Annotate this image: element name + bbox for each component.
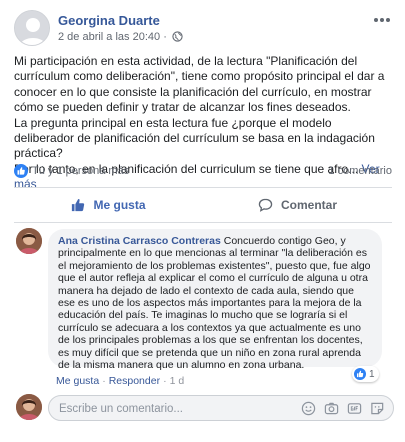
post-meta: 2 de abril a las 20:40 · — [58, 31, 183, 45]
author-avatar[interactable] — [14, 10, 50, 46]
camera-icon[interactable] — [323, 400, 339, 416]
comment-text: Concuerdo contigo Geo, y principalmente … — [58, 235, 371, 372]
like-button-label: Me gusta — [93, 198, 146, 212]
globe-icon — [172, 31, 183, 45]
separator: · — [163, 375, 167, 387]
comment-actions: Me gusta · Responder · 1 d — [56, 375, 184, 387]
commenter-avatar[interactable] — [16, 228, 42, 254]
like-button[interactable]: Me gusta — [14, 189, 203, 221]
post-paragraph-2: La pregunta principal en esta lectura fu… — [14, 115, 375, 161]
comment-button-label: Comentar — [280, 198, 337, 212]
comment-count[interactable]: 1 comentario — [328, 165, 392, 177]
comment-bubble: Ana Cristina Carrasco Contreras Concuerd… — [48, 229, 382, 371]
sticker-icon[interactable] — [369, 400, 385, 416]
commenter-name[interactable]: Ana Cristina Carrasco Contreras — [58, 235, 221, 247]
comment-like-link[interactable]: Me gusta — [56, 375, 99, 387]
post-paragraph-1: Mi participación en esta actividad, de l… — [14, 54, 385, 115]
separator: · — [102, 375, 106, 387]
comment-time[interactable]: 1 d — [170, 375, 185, 387]
comment-reaction-badge[interactable]: 1 — [352, 366, 379, 382]
like-reaction-icon — [354, 368, 366, 380]
facebook-post: Georgina Duarte 2 de abril a las 20:40 ·… — [0, 0, 405, 442]
thumbs-up-icon — [72, 199, 85, 212]
reaction-summary[interactable]: Tú y 1 persona más — [32, 165, 129, 177]
comment-button[interactable]: Comentar — [203, 189, 392, 221]
reactions-bar: Tú y 1 persona más 1 comentario — [14, 164, 392, 180]
comment-composer — [48, 395, 394, 421]
emoji-icon[interactable] — [300, 400, 316, 416]
divider — [14, 222, 392, 223]
comment-reaction-count: 1 — [369, 368, 375, 380]
more-options-icon[interactable] — [370, 10, 394, 30]
author-name[interactable]: Georgina Duarte — [58, 13, 160, 28]
post-actions: Me gusta Comentar — [14, 189, 392, 221]
composer-icons — [293, 400, 385, 416]
post-timestamp[interactable]: 2 de abril a las 20:40 — [58, 31, 160, 43]
comment-reply-link[interactable]: Responder — [109, 375, 160, 387]
comment-icon — [258, 198, 273, 212]
current-user-avatar[interactable] — [16, 394, 42, 420]
like-reaction-icon[interactable] — [14, 164, 28, 178]
comment-input[interactable] — [57, 399, 261, 419]
divider — [14, 187, 392, 188]
meta-separator: · — [163, 31, 167, 43]
post-header: Georgina Duarte 2 de abril a las 20:40 · — [14, 10, 394, 46]
gif-icon[interactable] — [346, 400, 362, 416]
